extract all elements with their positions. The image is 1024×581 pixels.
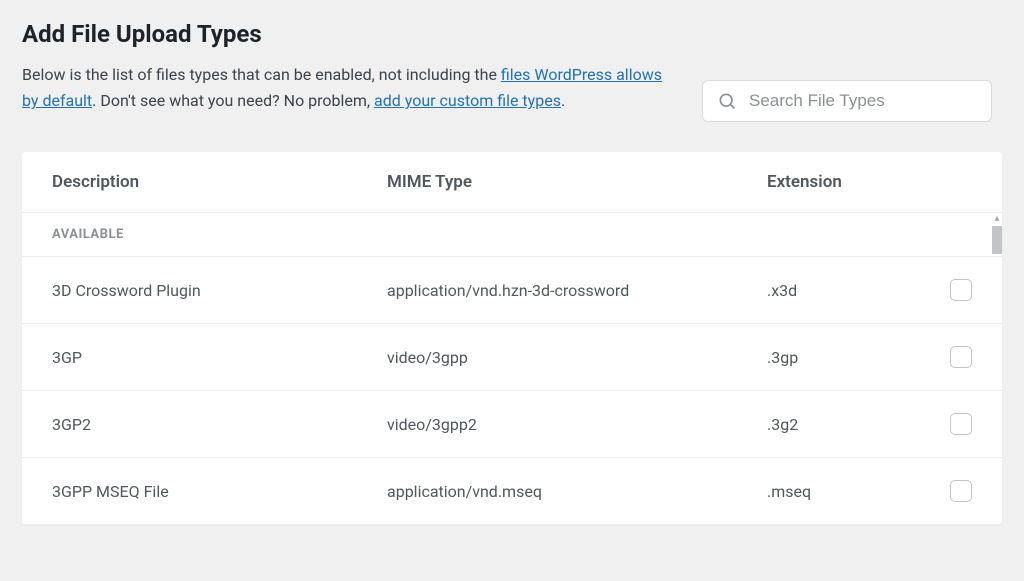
cell-extension: .x3d bbox=[767, 281, 932, 300]
intro-post: . bbox=[561, 91, 565, 110]
enable-checkbox[interactable] bbox=[950, 413, 972, 435]
cell-description: 3GPP MSEQ File bbox=[52, 482, 387, 501]
enable-checkbox[interactable] bbox=[950, 346, 972, 368]
cell-extension: .3gp bbox=[767, 348, 932, 367]
page-title: Add File Upload Types bbox=[22, 20, 1002, 48]
column-header-extension: Extension bbox=[767, 172, 932, 192]
table-row: 3GPP MSEQ File application/vnd.mseq .mse… bbox=[22, 458, 1002, 525]
table-row: 3GP video/3gpp .3gp bbox=[22, 324, 1002, 391]
section-label-available: AVAILABLE bbox=[22, 213, 1002, 257]
scrollbar-thumb[interactable] bbox=[992, 226, 1002, 254]
intro-text: Below is the list of files types that ca… bbox=[22, 62, 662, 115]
search-box[interactable] bbox=[702, 80, 992, 122]
cell-mime: application/vnd.hzn-3d-crossword bbox=[387, 281, 767, 300]
table-row: 3D Crossword Plugin application/vnd.hzn-… bbox=[22, 257, 1002, 324]
cell-extension: .3g2 bbox=[767, 415, 932, 434]
intro-mid: . Don't see what you need? No problem, bbox=[92, 91, 374, 110]
cell-extension: .mseq bbox=[767, 482, 932, 501]
table-row: 3GP2 video/3gpp2 .3g2 bbox=[22, 391, 1002, 458]
column-header-description: Description bbox=[52, 172, 387, 192]
table-header-row: Description MIME Type Extension bbox=[22, 152, 1002, 213]
scrollbar-up-arrow[interactable]: ▴ bbox=[992, 214, 1002, 224]
cell-mime: video/3gpp bbox=[387, 348, 767, 367]
enable-checkbox[interactable] bbox=[950, 480, 972, 502]
enable-checkbox[interactable] bbox=[950, 279, 972, 301]
cell-mime: video/3gpp2 bbox=[387, 415, 767, 434]
column-header-mime: MIME Type bbox=[387, 172, 767, 192]
cell-description: 3D Crossword Plugin bbox=[52, 281, 387, 300]
file-types-table: Description MIME Type Extension AVAILABL… bbox=[22, 152, 1002, 525]
link-add-custom[interactable]: add your custom file types bbox=[374, 91, 561, 110]
intro-pre: Below is the list of files types that ca… bbox=[22, 65, 501, 84]
cell-description: 3GP2 bbox=[52, 415, 387, 434]
search-icon bbox=[717, 91, 737, 111]
cell-description: 3GP bbox=[52, 348, 387, 367]
search-input[interactable] bbox=[749, 91, 977, 111]
cell-mime: application/vnd.mseq bbox=[387, 482, 767, 501]
